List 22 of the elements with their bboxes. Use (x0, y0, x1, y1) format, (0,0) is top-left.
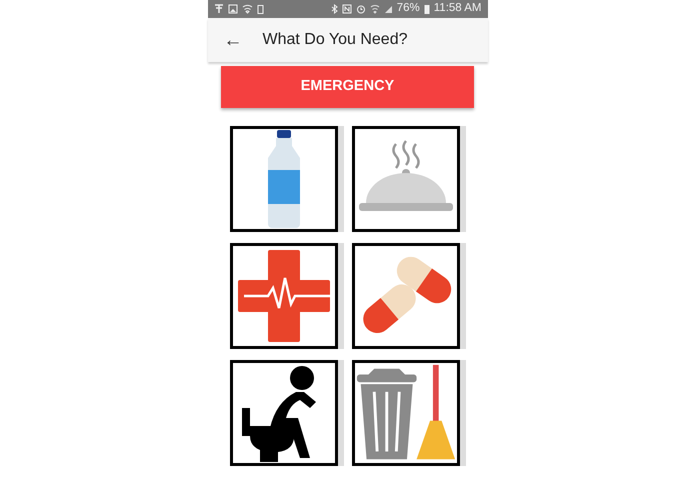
tile-button[interactable] (230, 126, 344, 232)
alarm-icon (356, 4, 366, 14)
signal-icon (384, 4, 393, 14)
tile-button[interactable] (352, 243, 466, 349)
nfc-icon (342, 4, 352, 14)
tile-button[interactable] (230, 360, 344, 466)
carrier-icon (214, 4, 224, 14)
battery-icon (424, 4, 430, 14)
battery-level: 76% (396, 1, 420, 16)
battery-icon (256, 4, 264, 14)
bluetooth-icon (330, 4, 338, 14)
medical-cross-icon (238, 250, 330, 342)
tile-button[interactable] (230, 243, 344, 349)
tile-button[interactable] (352, 360, 466, 466)
wifi-icon (242, 4, 252, 14)
screen-title: What Do You Need? (262, 30, 408, 50)
tile-button[interactable] (352, 126, 466, 232)
emergency-button[interactable]: EMERGENCY (221, 66, 474, 108)
wifi-icon (370, 4, 380, 14)
back-button[interactable]: ← (224, 30, 242, 50)
image-icon (228, 4, 238, 14)
clock-time: 11:58 AM (434, 1, 482, 16)
